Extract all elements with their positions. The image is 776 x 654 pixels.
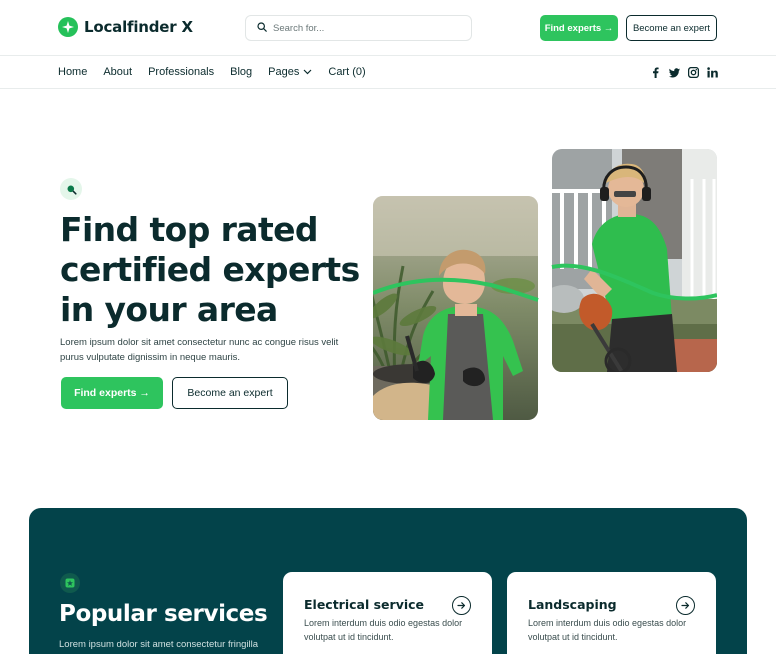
arrow-right-icon[interactable]	[676, 596, 695, 615]
services-title: Popular services	[59, 601, 268, 627]
hero-badge	[60, 178, 82, 200]
nav-item-pages[interactable]: Pages	[268, 66, 312, 78]
services-badge	[60, 573, 80, 593]
logo-text: Localfinder X	[84, 18, 193, 36]
hero-description: Lorem ipsum dolor sit amet consectetur n…	[60, 337, 339, 363]
logo-icon	[58, 17, 78, 37]
hero-photo-gardener	[373, 196, 538, 420]
linkedin-icon[interactable]	[707, 67, 718, 78]
header-become-expert-button[interactable]: Become an expert	[626, 15, 717, 41]
header-find-experts-button[interactable]: Find experts →	[540, 15, 618, 41]
logo[interactable]: Localfinder X	[58, 17, 193, 37]
hero-find-experts-button[interactable]: Find experts →	[61, 377, 163, 409]
instagram-icon[interactable]	[688, 67, 699, 78]
services-description: Lorem ipsum dolor sit amet consectetur f…	[59, 639, 259, 650]
service-card-title: Electrical service	[304, 597, 425, 612]
facebook-icon[interactable]	[650, 67, 661, 78]
hero-become-expert-button[interactable]: Become an expert	[172, 377, 288, 409]
service-card-description: Lorem interdum duis odio egestas dolor v…	[528, 618, 687, 642]
chevron-down-icon	[303, 69, 312, 75]
star-icon	[65, 578, 75, 588]
popular-services-section: Popular services Lorem ipsum dolor sit a…	[29, 508, 747, 654]
nav-item-cart[interactable]: Cart (0)	[328, 66, 365, 78]
main-nav: Home About Professionals Blog Pages Cart…	[0, 57, 776, 89]
twitter-icon[interactable]	[669, 67, 680, 78]
nav-item-professionals[interactable]: Professionals	[148, 66, 214, 78]
arrow-right-icon[interactable]	[452, 596, 471, 615]
nav-item-home[interactable]: Home	[58, 66, 87, 78]
nav-item-blog[interactable]: Blog	[230, 66, 252, 78]
search-icon	[257, 19, 267, 37]
search-input[interactable]	[273, 22, 453, 34]
nav-item-pages-label: Pages	[268, 66, 300, 78]
nav-item-about[interactable]: About	[103, 66, 132, 78]
hero-photo-landscaper	[552, 149, 717, 372]
service-card-description: Lorem interdum duis odio egestas dolor v…	[304, 618, 463, 642]
hero-title: Find top rated certified experts in your…	[60, 210, 360, 329]
top-header: Localfinder X Find experts → Become an e…	[0, 0, 776, 56]
search-icon	[67, 185, 77, 195]
service-card-electrical[interactable]: Electrical service Lorem interdum duis o…	[283, 572, 492, 654]
service-card-title: Landscaping	[528, 597, 617, 612]
search-box[interactable]	[245, 15, 472, 41]
service-card-landscaping[interactable]: Landscaping Lorem interdum duis odio ege…	[507, 572, 716, 654]
